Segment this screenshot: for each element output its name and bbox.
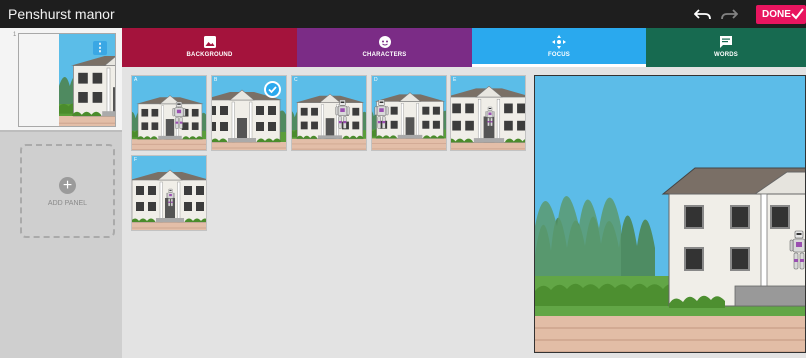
focus-option-f[interactable]: F [131, 155, 207, 231]
done-label: DONE [762, 9, 791, 20]
tab-label: WORDS [714, 52, 738, 58]
image-icon [203, 36, 216, 48]
panel-list: 1 ⋮ + ADD PANEL [0, 28, 122, 358]
panel-thumbnail[interactable]: ⋮ [18, 33, 116, 127]
redo-icon[interactable] [720, 6, 738, 22]
focus-thumbnail [132, 76, 206, 150]
tab-background[interactable]: BACKGROUND [122, 28, 297, 67]
undo-icon[interactable] [694, 6, 712, 22]
tab-characters[interactable]: CHARACTERS [297, 28, 472, 67]
focus-option-letter: A [134, 77, 138, 83]
focus-option-e[interactable]: E [450, 75, 526, 151]
focus-thumbnail [372, 76, 446, 150]
tab-words[interactable]: WORDS [646, 28, 806, 67]
panel-card[interactable]: 1 ⋮ [0, 28, 122, 132]
character-icon [378, 36, 391, 48]
tab-label: FOCUS [548, 52, 570, 58]
panel-number: 1 [13, 32, 17, 38]
storyboard-editor: Penshurst manor DONE 1 ⋮ + ADD PANEL BAC… [0, 0, 806, 358]
focus-thumbnail [451, 76, 525, 150]
plus-icon: + [59, 177, 76, 194]
check-icon [791, 8, 804, 20]
add-panel-label: ADD PANEL [47, 200, 88, 207]
tab-focus[interactable]: FOCUS [472, 28, 646, 67]
panel-preview [534, 67, 806, 358]
focus-option-letter: D [374, 77, 378, 83]
focus-option-letter: F [134, 157, 138, 163]
focus-option-letter: B [214, 77, 218, 83]
add-panel-button[interactable]: + ADD PANEL [20, 144, 115, 238]
tab-label: CHARACTERS [362, 52, 407, 58]
focus-thumbnail [132, 156, 206, 230]
focus-option-letter: E [453, 77, 457, 83]
done-button[interactable]: DONE [756, 5, 806, 24]
selected-check-icon [264, 81, 281, 98]
focus-arrows-icon [552, 35, 566, 49]
storyboard-title[interactable]: Penshurst manor [8, 6, 115, 22]
top-bar: Penshurst manor DONE [0, 0, 806, 28]
focus-option-b[interactable]: B [211, 75, 287, 151]
focus-options-grid: A B C D E F [122, 67, 534, 358]
focus-option-c[interactable]: C [291, 75, 367, 151]
speech-bubble-icon [720, 36, 732, 48]
focus-thumbnail [292, 76, 366, 150]
focus-option-letter: C [294, 77, 298, 83]
tab-label: BACKGROUND [186, 52, 233, 58]
focus-option-d[interactable]: D [371, 75, 447, 151]
focus-option-a[interactable]: A [131, 75, 207, 151]
preview-scene [535, 76, 805, 352]
preview-canvas[interactable] [534, 75, 806, 353]
more-vertical-icon[interactable]: ⋮ [93, 41, 107, 55]
